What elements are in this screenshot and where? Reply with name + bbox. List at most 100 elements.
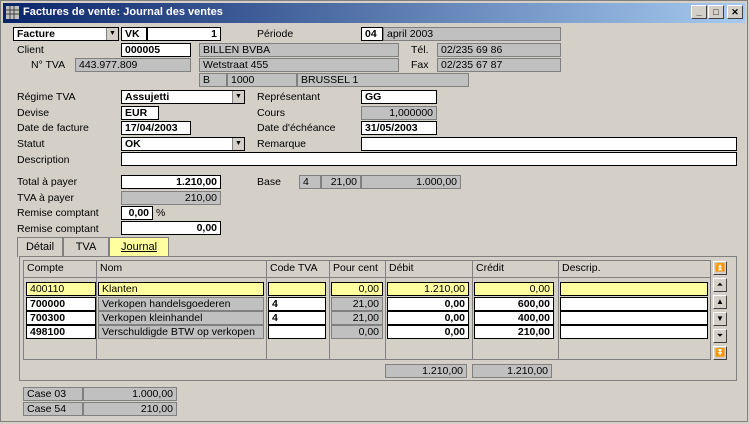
cell-nom: Verkopen handelsgoederen: [98, 297, 264, 311]
cell-nom: Verkopen kleinhandel: [98, 311, 264, 325]
remise-amt-field[interactable]: 0,00: [121, 221, 221, 235]
cell-descrip[interactable]: [560, 282, 708, 296]
representant-field[interactable]: GG: [361, 90, 437, 104]
prev-record-icon[interactable]: ▲: [713, 295, 727, 309]
tel-value: 02/235 69 86: [437, 43, 561, 57]
chevron-down-icon[interactable]: ▼: [232, 138, 244, 150]
total-debit: 1.210,00: [385, 364, 467, 378]
cell-nom: Verschuldigde BTW op verkopen: [98, 325, 264, 339]
statut-label: Statut: [17, 138, 45, 150]
regime-select[interactable]: Assujetti ▼: [121, 90, 245, 104]
cell-nom[interactable]: Klanten: [98, 282, 264, 296]
tva-number-value: 443.977.809: [75, 58, 191, 72]
maximize-icon[interactable]: □: [708, 5, 724, 19]
journal-field[interactable]: VK: [121, 27, 147, 41]
cell-credit[interactable]: 0,00: [474, 282, 554, 296]
col-divider: [266, 278, 267, 359]
cell-credit[interactable]: 400,00: [474, 311, 554, 325]
base-amount: 1.000,00: [361, 175, 461, 189]
minimize-icon[interactable]: _: [691, 5, 707, 19]
base-code: 4: [299, 175, 321, 189]
window: Factures de vente: Journal des ventes _ …: [0, 0, 748, 422]
page-up-icon[interactable]: ⏶: [713, 278, 727, 292]
cours-value: 1,000000: [361, 106, 437, 120]
tab-detail[interactable]: Détail: [17, 237, 63, 257]
total-label: Total à payer: [17, 176, 78, 188]
remise-amt-label: Remise comptant: [17, 223, 99, 235]
col-divider: [329, 278, 330, 359]
col-divider: [385, 278, 386, 359]
fax-value: 02/235 67 87: [437, 58, 561, 72]
number-field[interactable]: 1: [147, 27, 221, 41]
cell-credit[interactable]: 600,00: [474, 297, 554, 311]
doc-type-value: Facture: [17, 28, 55, 40]
cell-debit[interactable]: 0,00: [387, 297, 469, 311]
client-name: BILLEN BVBA: [199, 43, 399, 57]
col-header-descrip[interactable]: Descrip.: [559, 261, 710, 278]
col-header-credit[interactable]: Crédit: [473, 261, 559, 278]
app-icon: [6, 6, 19, 19]
remise-pct-field[interactable]: 0,00: [121, 206, 153, 220]
periode-num-field[interactable]: 04: [361, 27, 383, 41]
col-header-nom[interactable]: Nom: [97, 261, 267, 278]
col-header-compte[interactable]: Compte: [24, 261, 97, 278]
cell-descrip[interactable]: [560, 311, 708, 325]
close-icon[interactable]: ✕: [727, 5, 743, 19]
date-facture-label: Date de facture: [17, 122, 89, 134]
date-echeance-field[interactable]: 31/05/2003: [361, 121, 437, 135]
total-credit: 1.210,00: [472, 364, 552, 378]
cell-descrip[interactable]: [560, 325, 708, 339]
tab-tva-label: TVA: [75, 241, 97, 253]
last-record-icon[interactable]: ⏬: [713, 346, 727, 360]
periode-text: april 2003: [383, 27, 561, 41]
tel-label: Tél.: [411, 44, 429, 56]
title-bar: Factures de vente: Journal des ventes _ …: [3, 3, 745, 23]
cell-compte[interactable]: 700000: [26, 297, 96, 311]
cell-pour-cent: 0,00: [331, 325, 383, 339]
cell-debit[interactable]: 1.210,00: [387, 282, 469, 296]
col-divider: [96, 278, 97, 359]
tab-journal[interactable]: Journal: [109, 237, 169, 257]
client-code-field[interactable]: 000005: [121, 43, 191, 57]
tva-number-label: N° TVA: [31, 59, 66, 71]
tab-detail-label: Détail: [25, 241, 55, 253]
statut-select[interactable]: OK ▼: [121, 137, 245, 151]
col-header-pour-cent[interactable]: Pour cent: [330, 261, 386, 278]
cell-debit[interactable]: 0,00: [387, 311, 469, 325]
remarque-field[interactable]: [361, 137, 737, 151]
total-field[interactable]: 1.210,00: [121, 175, 221, 189]
cell-debit[interactable]: 0,00: [387, 325, 469, 339]
cell-code-tva[interactable]: [268, 282, 326, 296]
description-field[interactable]: [121, 152, 737, 166]
fax-label: Fax: [411, 59, 429, 71]
tab-tva[interactable]: TVA: [63, 237, 109, 257]
base-label: Base: [257, 176, 281, 188]
next-record-icon[interactable]: ▼: [713, 312, 727, 326]
cell-code-tva[interactable]: 4: [268, 311, 326, 325]
cours-label: Cours: [257, 107, 286, 119]
journal-grid: Compte Nom Code TVA Pour cent Débit Créd…: [23, 260, 711, 360]
client-label: Client: [17, 44, 44, 56]
cell-pour-cent[interactable]: 0,00: [331, 282, 383, 296]
col-header-debit[interactable]: Débit: [386, 261, 473, 278]
client-zip: 1000: [227, 73, 297, 87]
date-facture-field[interactable]: 17/04/2003: [121, 121, 191, 135]
devise-field[interactable]: EUR: [121, 106, 159, 120]
cell-credit[interactable]: 210,00: [474, 325, 554, 339]
chevron-down-icon[interactable]: ▼: [106, 28, 118, 40]
chevron-down-icon[interactable]: ▼: [232, 91, 244, 103]
remise-pct-label: Remise comptant: [17, 207, 99, 219]
description-label: Description: [17, 154, 70, 166]
cell-descrip[interactable]: [560, 297, 708, 311]
cell-compte[interactable]: 400110: [26, 282, 96, 296]
case-label: Case 54: [23, 402, 83, 416]
cell-compte[interactable]: 700300: [26, 311, 96, 325]
col-header-code-tva[interactable]: Code TVA: [267, 261, 330, 278]
cell-code-tva[interactable]: [268, 325, 326, 339]
first-record-icon[interactable]: ⏫: [713, 261, 727, 275]
page-down-icon[interactable]: ⏷: [713, 329, 727, 343]
doc-type-select[interactable]: Facture ▼: [13, 27, 119, 41]
client-street: Wetstraat 455: [199, 58, 399, 72]
cell-compte[interactable]: 498100: [26, 325, 96, 339]
cell-code-tva[interactable]: 4: [268, 297, 326, 311]
